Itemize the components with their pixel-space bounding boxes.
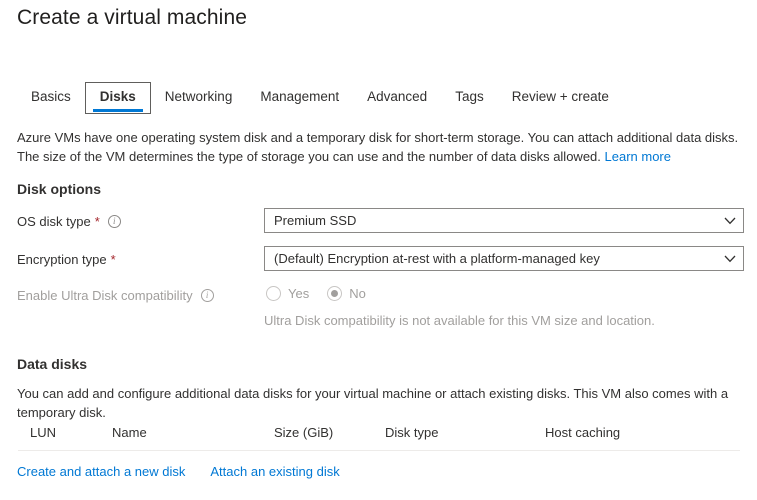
chevron-down-icon bbox=[717, 217, 743, 225]
column-header-disk-type: Disk type bbox=[385, 425, 439, 440]
data-disks-actions: Create and attach a new disk Attach an e… bbox=[17, 464, 340, 479]
tab-label: Basics bbox=[31, 89, 71, 104]
ultra-disk-radio-no[interactable]: No bbox=[327, 286, 366, 301]
column-header-size: Size (GiB) bbox=[274, 425, 334, 440]
tab-selected-indicator bbox=[92, 109, 143, 112]
info-icon[interactable]: i bbox=[107, 215, 121, 228]
tab-advanced[interactable]: Advanced bbox=[353, 82, 441, 114]
data-disks-table: LUN Name Size (GiB) Disk type Host cachi… bbox=[18, 425, 740, 451]
tab-label: Review + create bbox=[511, 89, 609, 104]
page-title: Create a virtual machine bbox=[17, 6, 248, 29]
tab-label: Disks bbox=[99, 89, 136, 104]
os-disk-type-label-text: OS disk type bbox=[17, 214, 91, 229]
tab-management[interactable]: Management bbox=[246, 82, 353, 114]
ultra-disk-helper-text: Ultra Disk compatibility is not availabl… bbox=[264, 313, 655, 328]
tab-bar: Basics Disks Networking Management Advan… bbox=[17, 82, 623, 114]
ultra-disk-label: Enable Ultra Disk compatibility i bbox=[17, 288, 214, 303]
radio-label: Yes bbox=[288, 286, 310, 301]
ultra-disk-radio-yes[interactable]: Yes bbox=[266, 286, 309, 301]
section-heading-data-disks: Data disks bbox=[17, 356, 88, 372]
ultra-disk-radio-group: Yes No bbox=[266, 286, 384, 301]
os-disk-type-label: OS disk type * i bbox=[17, 214, 121, 229]
os-disk-type-select[interactable]: Premium SSD bbox=[264, 208, 744, 233]
os-disk-type-value: Premium SSD bbox=[274, 213, 357, 228]
data-disks-description: You can add and configure additional dat… bbox=[17, 386, 729, 420]
tab-label: Networking bbox=[164, 89, 233, 104]
radio-circle bbox=[327, 286, 343, 301]
encryption-type-value: (Default) Encryption at-rest with a plat… bbox=[274, 251, 600, 266]
create-and-attach-new-disk-link[interactable]: Create and attach a new disk bbox=[17, 464, 185, 479]
tab-tags[interactable]: Tags bbox=[441, 82, 498, 114]
required-asterisk: * bbox=[110, 252, 116, 267]
tab-disks[interactable]: Disks bbox=[84, 82, 151, 114]
ultra-disk-label-text: Enable Ultra Disk compatibility bbox=[17, 288, 193, 303]
required-asterisk: * bbox=[94, 214, 100, 229]
encryption-type-select[interactable]: (Default) Encryption at-rest with a plat… bbox=[264, 246, 744, 271]
tab-review-create[interactable]: Review + create bbox=[498, 82, 623, 114]
learn-more-link[interactable]: Learn more bbox=[605, 149, 671, 164]
tab-basics[interactable]: Basics bbox=[17, 82, 85, 114]
intro-description: Azure VMs have one operating system disk… bbox=[17, 128, 743, 166]
column-header-name: Name bbox=[112, 425, 147, 440]
info-icon[interactable]: i bbox=[200, 289, 214, 302]
column-header-lun: LUN bbox=[30, 425, 57, 440]
tab-label: Advanced bbox=[367, 89, 428, 104]
encryption-type-label: Encryption type * bbox=[17, 252, 116, 267]
radio-label: No bbox=[349, 286, 366, 301]
section-heading-disk-options: Disk options bbox=[17, 181, 102, 197]
tab-label: Management bbox=[260, 89, 340, 104]
encryption-type-label-text: Encryption type bbox=[17, 252, 107, 267]
radio-circle bbox=[266, 286, 281, 301]
attach-existing-disk-link[interactable]: Attach an existing disk bbox=[210, 464, 339, 479]
column-header-host-caching: Host caching bbox=[545, 425, 621, 440]
tab-label: Tags bbox=[455, 89, 484, 104]
chevron-down-icon bbox=[717, 255, 743, 263]
tab-networking[interactable]: Networking bbox=[151, 82, 247, 114]
